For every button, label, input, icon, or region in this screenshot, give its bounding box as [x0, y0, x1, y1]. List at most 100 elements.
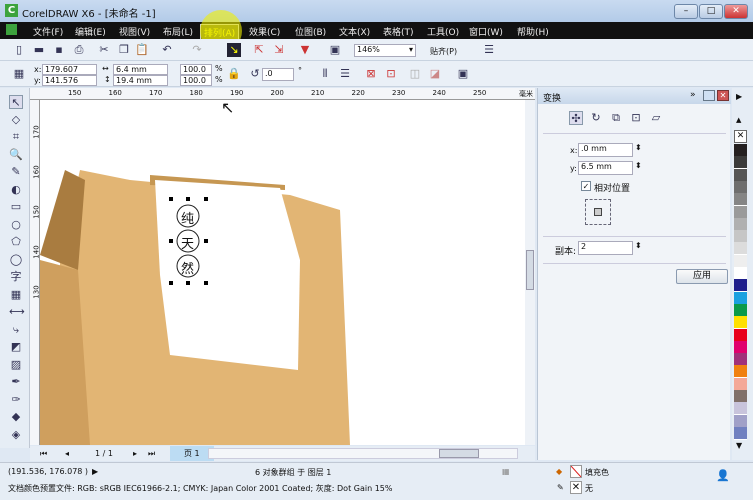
- menu-0[interactable]: 文件(F): [30, 24, 66, 39]
- color-swatch[interactable]: [734, 340, 747, 354]
- skew-tab-icon[interactable]: ▱: [649, 111, 663, 125]
- color-swatch[interactable]: [734, 267, 747, 280]
- color-swatch[interactable]: [734, 156, 747, 170]
- scale-x-input[interactable]: 100.0: [180, 64, 212, 75]
- color-swatch[interactable]: [734, 365, 747, 379]
- char-1[interactable]: 纯: [181, 208, 194, 227]
- size-tab-icon[interactable]: ⊡: [629, 111, 643, 125]
- rotation-input[interactable]: .0: [262, 68, 294, 81]
- save-icon[interactable]: ▪: [52, 43, 66, 57]
- x-spinner[interactable]: ⬍: [635, 143, 642, 152]
- ungroup-all-icon[interactable]: ⊡: [384, 67, 398, 81]
- eyedropper-tool-icon[interactable]: ✒: [9, 375, 23, 389]
- text-tool-icon[interactable]: 字: [9, 270, 23, 284]
- x-offset-input[interactable]: .0 mm: [578, 143, 633, 157]
- snap-to-dropdown[interactable]: 贴齐(P): [430, 46, 457, 57]
- copy-icon[interactable]: ❐: [117, 43, 131, 57]
- table-tool-icon[interactable]: ▦: [9, 288, 23, 302]
- color-swatch[interactable]: [734, 353, 747, 367]
- scroll-down-icon[interactable]: ▼: [736, 441, 742, 450]
- palette-menu-icon[interactable]: ▶: [736, 92, 742, 101]
- options-icon[interactable]: ☰: [482, 43, 496, 57]
- horizontal-scrollbar[interactable]: [208, 448, 518, 459]
- menu-8[interactable]: 表格(T): [380, 24, 417, 39]
- anchor-center[interactable]: [594, 208, 602, 216]
- shape-tool-icon[interactable]: ◇: [9, 113, 23, 127]
- open-icon[interactable]: ▬: [32, 43, 46, 57]
- color-swatch[interactable]: [734, 402, 747, 416]
- width-input[interactable]: 6.4 mm: [113, 64, 168, 75]
- x-position-input[interactable]: 179.607 mm: [42, 64, 97, 84]
- new-icon[interactable]: ▯: [12, 43, 26, 57]
- zoom-tool-icon[interactable]: 🔍: [9, 148, 23, 162]
- undo-icon[interactable]: ↶: [160, 43, 174, 57]
- mirror-vertical-icon[interactable]: ☰: [338, 67, 352, 81]
- color-swatch[interactable]: [734, 168, 747, 182]
- color-swatch[interactable]: [734, 279, 747, 293]
- wrap-text-icon[interactable]: ▣: [456, 67, 470, 81]
- color-swatch[interactable]: [734, 254, 747, 268]
- ellipse-tool-icon[interactable]: ○: [9, 218, 23, 232]
- scroll-up-icon[interactable]: ▲: [736, 116, 741, 124]
- pick-tool-icon[interactable]: ↖: [9, 95, 23, 109]
- menu-11[interactable]: 帮助(H): [514, 24, 552, 39]
- char-3[interactable]: 然: [181, 258, 194, 277]
- copies-spinner[interactable]: ⬍: [635, 241, 642, 250]
- color-swatch[interactable]: [734, 414, 747, 428]
- vertical-ruler[interactable]: 170 160 150 140 130: [30, 100, 41, 445]
- last-page-icon[interactable]: ⏭: [148, 449, 155, 459]
- paste-icon[interactable]: 📋: [135, 43, 149, 57]
- ungroup-icon[interactable]: ⊠: [364, 67, 378, 81]
- docker-close-button[interactable]: ✕: [717, 90, 729, 101]
- import-icon[interactable]: ↘: [227, 43, 241, 57]
- fill-tool-icon[interactable]: ◆: [9, 410, 23, 424]
- copies-input[interactable]: 2: [578, 241, 633, 255]
- reference-point-icon[interactable]: ▦: [12, 67, 26, 81]
- color-swatch[interactable]: [734, 217, 747, 231]
- color-swatch[interactable]: [734, 303, 747, 317]
- transparency-tool-icon[interactable]: ▨: [9, 358, 23, 372]
- anchor-point-selector[interactable]: [585, 199, 611, 225]
- welcome-screen-icon[interactable]: ▣: [328, 43, 342, 57]
- color-swatch[interactable]: [734, 377, 747, 391]
- no-color-swatch[interactable]: ✕: [734, 130, 747, 143]
- y-position-input[interactable]: 141.576 mm: [42, 75, 97, 95]
- char-2[interactable]: 天: [181, 233, 194, 252]
- menu-9[interactable]: 工具(O): [424, 24, 462, 39]
- fill-swatch[interactable]: [570, 465, 582, 478]
- scale-y-input[interactable]: 100.0: [180, 75, 212, 86]
- color-swatch[interactable]: [734, 205, 747, 219]
- outline-swatch[interactable]: ✕: [570, 481, 582, 494]
- close-button[interactable]: ✕: [724, 4, 748, 19]
- menu-3[interactable]: 布局(L): [160, 24, 196, 39]
- cut-icon[interactable]: ✂: [97, 43, 111, 57]
- color-swatch[interactable]: [734, 242, 747, 256]
- next-page-icon[interactable]: ▸: [133, 449, 137, 458]
- parallel-dimension-tool-icon[interactable]: ⟷: [9, 305, 25, 319]
- menu-2[interactable]: 视图(V): [116, 24, 153, 39]
- mirror-horizontal-icon[interactable]: ⫴: [318, 67, 332, 81]
- freehand-tool-icon[interactable]: ✎: [9, 165, 23, 179]
- drawing-canvas[interactable]: 纯 天 然 ↖: [40, 100, 525, 445]
- prev-page-icon[interactable]: ◂: [65, 449, 69, 458]
- maximize-button[interactable]: □: [699, 4, 723, 19]
- break-apart-icon[interactable]: ◪: [428, 67, 442, 81]
- menu-7[interactable]: 文本(X): [336, 24, 373, 39]
- expand-icon[interactable]: »: [690, 90, 696, 100]
- scale-tab-icon[interactable]: ⧉: [609, 111, 623, 125]
- redo-icon[interactable]: ↷: [190, 43, 204, 57]
- minimize-button[interactable]: –: [674, 4, 698, 19]
- color-swatch[interactable]: [734, 426, 747, 440]
- y-offset-input[interactable]: 6.5 mm: [578, 161, 633, 175]
- export-icon[interactable]: ⇱: [252, 43, 266, 57]
- color-swatch[interactable]: [734, 180, 747, 194]
- scroll-thumb[interactable]: [439, 449, 479, 458]
- height-input[interactable]: 19.4 mm: [113, 75, 168, 86]
- interactive-fill-tool-icon[interactable]: ◈: [9, 428, 23, 442]
- color-swatch[interactable]: [734, 230, 747, 244]
- color-swatch[interactable]: [734, 316, 747, 330]
- polygon-tool-icon[interactable]: ⬠: [9, 235, 23, 249]
- connector-tool-icon[interactable]: ⤷: [9, 323, 23, 337]
- menu-5[interactable]: 效果(C): [246, 24, 283, 39]
- crop-tool-icon[interactable]: ⌗: [9, 130, 23, 144]
